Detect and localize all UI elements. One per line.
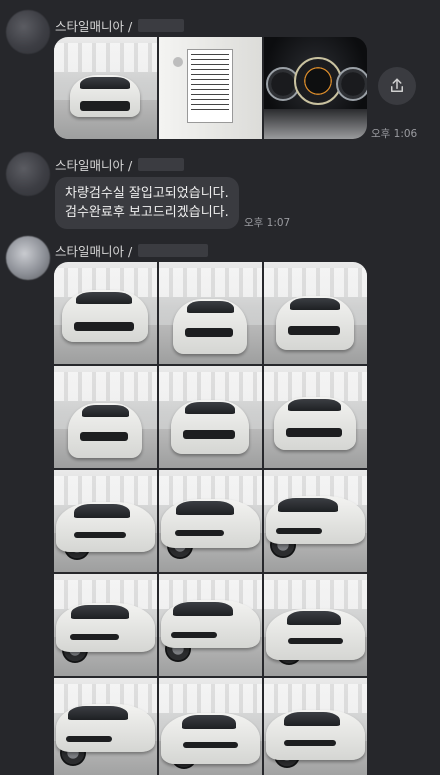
- sender-avatar[interactable]: [6, 10, 50, 54]
- share-icon: [391, 78, 403, 92]
- photo-front-low[interactable]: [54, 366, 157, 468]
- photo-rear-quarter[interactable]: [264, 470, 367, 572]
- message-line: 차량검수실 잘입고되었습니다.: [65, 186, 229, 201]
- photo-side-right[interactable]: [264, 366, 367, 468]
- share-button[interactable]: [378, 67, 416, 105]
- image-grid: [54, 262, 367, 775]
- redacted-name: [138, 244, 209, 257]
- sender-name-label: 스타일매니아 /: [55, 158, 133, 173]
- message-time: 오후 1:07: [244, 217, 291, 229]
- sender-name: 스타일매니아 /: [55, 241, 209, 260]
- photo-vin-sticker[interactable]: [159, 37, 262, 139]
- photo-car-front[interactable]: [54, 37, 157, 139]
- photo-front[interactable]: [54, 262, 157, 364]
- sender-name-label: 스타일매니아 /: [55, 19, 133, 34]
- photo-side-rear[interactable]: [159, 678, 262, 775]
- message-bubble[interactable]: 차량검수실 잘입고되었습니다. 검수완료후 보고드리겠습니다.: [55, 177, 239, 229]
- chat-screen: 스타일매니아 / 오후 1:06 스타일매니아 / 차량검수실 잘입고되었습니다…: [0, 0, 440, 775]
- image-group-1: [54, 37, 367, 139]
- photo-hood[interactable]: [159, 262, 262, 364]
- photo-side-front[interactable]: [54, 678, 157, 775]
- photo-side-wheel[interactable]: [159, 470, 262, 572]
- photo-instrument-cluster[interactable]: [264, 37, 367, 139]
- photo-rear[interactable]: [54, 574, 157, 676]
- photo-rear-badge[interactable]: [159, 574, 262, 676]
- sender-avatar[interactable]: [6, 152, 50, 196]
- redacted-name: [138, 158, 185, 171]
- photo-side-door[interactable]: [54, 470, 157, 572]
- sender-name-label: 스타일매니아 /: [55, 244, 133, 259]
- sender-name: 스타일매니아 /: [55, 155, 185, 174]
- sender-avatar[interactable]: [6, 236, 50, 280]
- photo-front-bumper[interactable]: [159, 366, 262, 468]
- sender-name: 스타일매니아 /: [55, 16, 185, 35]
- message-line: 검수완료후 보고드리겠습니다.: [65, 205, 229, 220]
- message-time: 오후 1:06: [371, 128, 418, 140]
- photo-side-left[interactable]: [264, 678, 367, 775]
- photo-rear-right[interactable]: [264, 574, 367, 676]
- photo-front-right[interactable]: [264, 262, 367, 364]
- redacted-name: [138, 19, 185, 32]
